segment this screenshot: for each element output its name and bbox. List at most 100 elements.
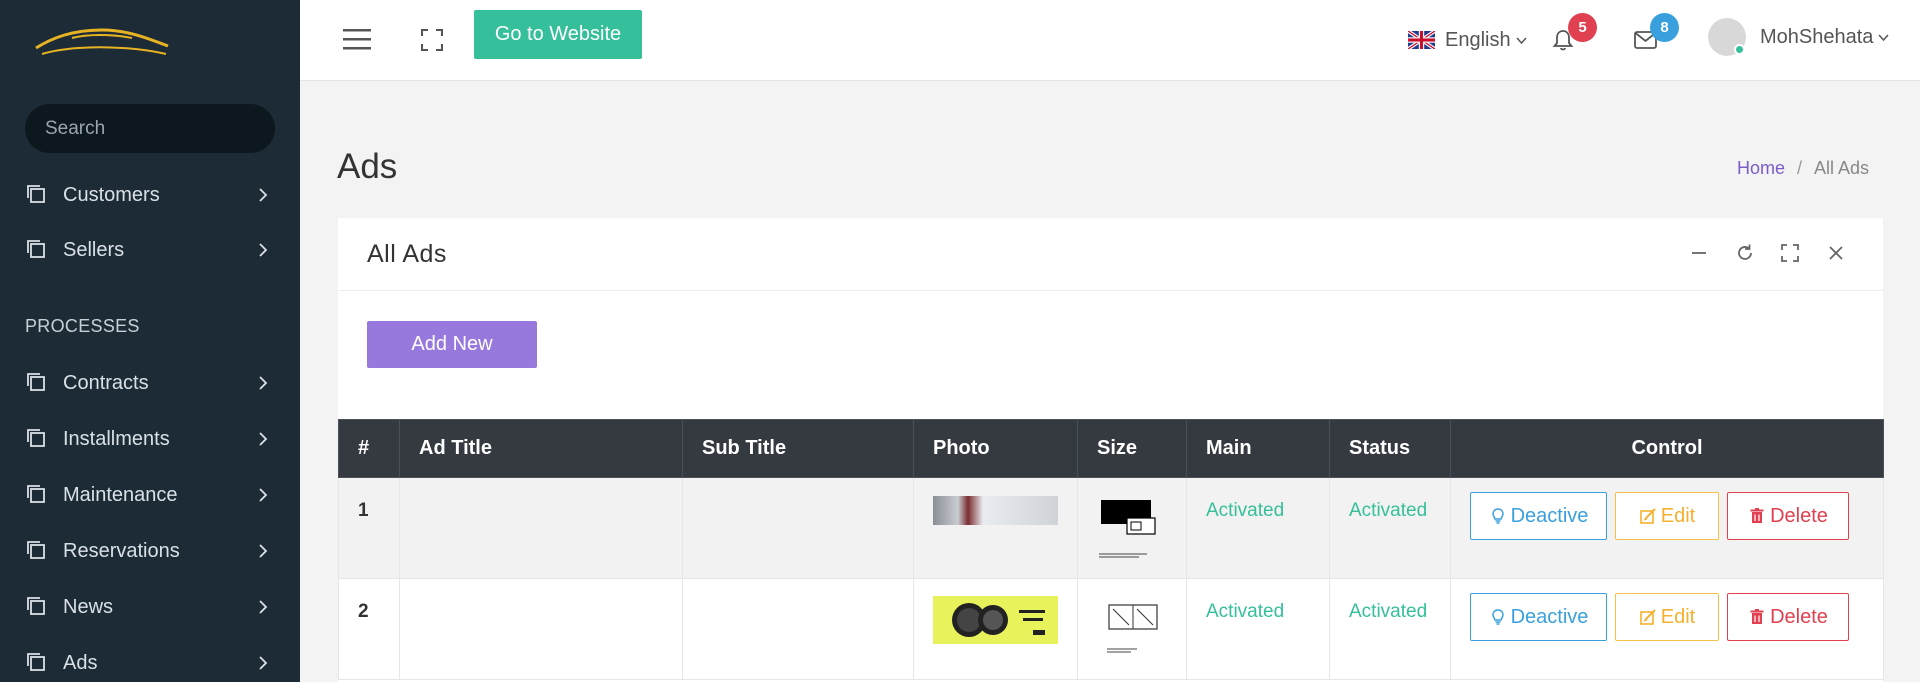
edit-label: Edit [1660,504,1696,527]
sidebar-item-customers[interactable]: Customers [0,173,300,217]
chevron-down-icon [1878,34,1889,42]
trash-icon [1750,609,1764,624]
edit-label: Edit [1660,605,1696,628]
edit-button[interactable]: Edit [1615,593,1719,641]
row-ad-title [399,477,683,579]
deactive-button[interactable]: Deactive [1470,492,1607,540]
ad-photo-thumbnail[interactable] [933,596,1058,644]
lightbulb-icon [1491,609,1504,625]
chevron-right-icon [259,188,268,202]
row-number: 1 [338,477,400,579]
column-header-ad-title: Ad Title [399,419,683,478]
breadcrumb-separator: / [1797,158,1803,178]
deactive-button[interactable]: Deactive [1470,593,1607,641]
edit-icon [1639,508,1656,524]
row-sub-title [682,477,914,579]
sidebar-item-contracts[interactable]: Contracts [0,361,300,405]
delete-label: Delete [1770,605,1828,628]
sidebar-section-processes: PROCESSES [25,316,140,336]
copy-icon [27,653,45,671]
deactive-label: Deactive [1510,504,1589,527]
language-selector[interactable]: English [1408,24,1528,56]
row-size-cell [1077,578,1187,680]
column-header-main: Main [1186,419,1330,478]
table-row: 1 Activated Activated Deactive Edit Dele… [338,477,1884,579]
card-title: All Ads [367,240,447,268]
minimize-icon[interactable] [1688,242,1710,264]
ad-photo-thumbnail[interactable] [933,496,1058,525]
row-sub-title [682,578,914,680]
notifications-badge: 5 [1568,13,1597,42]
online-status-dot [1734,44,1745,55]
row-number: 2 [338,578,400,680]
sidebar-item-label: Ads [63,652,98,674]
refresh-icon[interactable] [1734,242,1756,264]
column-header-number: # [338,419,400,478]
fullscreen-icon[interactable] [420,28,444,52]
chevron-right-icon [259,656,268,670]
uk-flag-icon [1408,31,1435,49]
row-photo-cell [913,477,1078,579]
column-header-photo: Photo [913,419,1078,478]
column-header-control: Control [1450,419,1884,478]
close-icon[interactable] [1825,242,1847,264]
username-label: MohShehata [1760,26,1874,48]
column-header-status: Status [1329,419,1451,478]
ad-size-preview-image [1107,604,1158,653]
breadcrumb-current: All Ads [1814,158,1870,178]
messages-badge: 8 [1650,13,1679,42]
breadcrumb: Home / All Ads [1737,158,1869,179]
chevron-right-icon [259,600,268,614]
row-photo-cell [913,578,1078,680]
sidebar: Search Customers Sellers PROCESSES Contr… [0,0,300,682]
card-divider [338,290,1883,291]
row-ad-title [399,578,683,680]
row-size-cell [1077,477,1187,579]
sidebar-item-ads[interactable]: Ads [0,641,300,682]
chevron-right-icon [259,544,268,558]
chevron-right-icon [259,488,268,502]
column-header-size: Size [1077,419,1187,478]
sidebar-search-input[interactable]: Search [25,104,275,153]
ads-table: # Ad Title Sub Title Photo Size Main Sta… [338,419,1884,680]
sidebar-item-maintenance[interactable]: Maintenance [0,473,300,517]
row-control-cell: Deactive Edit Delete [1450,578,1884,680]
column-header-sub-title: Sub Title [682,419,914,478]
copy-icon [27,541,45,559]
sidebar-item-sellers[interactable]: Sellers [0,228,300,272]
sidebar-item-label: Customers [63,184,160,206]
delete-button[interactable]: Delete [1727,593,1849,641]
chevron-down-icon [1516,36,1527,44]
chevron-right-icon [259,243,268,257]
edit-icon [1639,609,1656,625]
hamburger-menu-icon[interactable] [342,26,372,52]
delete-label: Delete [1770,504,1828,527]
sidebar-item-label: Contracts [63,372,149,394]
language-label: English [1445,28,1511,51]
sidebar-item-reservations[interactable]: Reservations [0,529,300,573]
sidebar-item-news[interactable]: News [0,585,300,629]
sidebar-item-label: Installments [63,428,170,450]
copy-icon [27,185,45,203]
sidebar-item-label: News [63,596,114,618]
delete-button[interactable]: Delete [1727,492,1849,540]
copy-icon [27,240,45,258]
copy-icon [27,485,45,503]
copy-icon [27,429,45,447]
breadcrumb-home-link[interactable]: Home [1737,158,1785,179]
deactive-label: Deactive [1510,605,1589,628]
lightbulb-icon [1491,508,1504,524]
expand-icon[interactable] [1779,242,1801,264]
edit-button[interactable]: Edit [1615,492,1719,540]
row-main: Activated [1186,477,1330,579]
add-new-button[interactable]: Add New [367,321,537,368]
sidebar-item-installments[interactable]: Installments [0,417,300,461]
user-menu[interactable]: MohShehata [1760,26,1890,49]
copy-icon [27,373,45,391]
ad-size-preview-image [1099,500,1156,558]
table-row: 2 Activated Activated Deactive Edit Dele… [338,578,1884,680]
brand-logo[interactable] [32,24,172,60]
go-to-website-button[interactable]: Go to Website [474,10,642,59]
watch-ad-image [952,603,1045,637]
table-header-row: # Ad Title Sub Title Photo Size Main Sta… [338,419,1884,478]
